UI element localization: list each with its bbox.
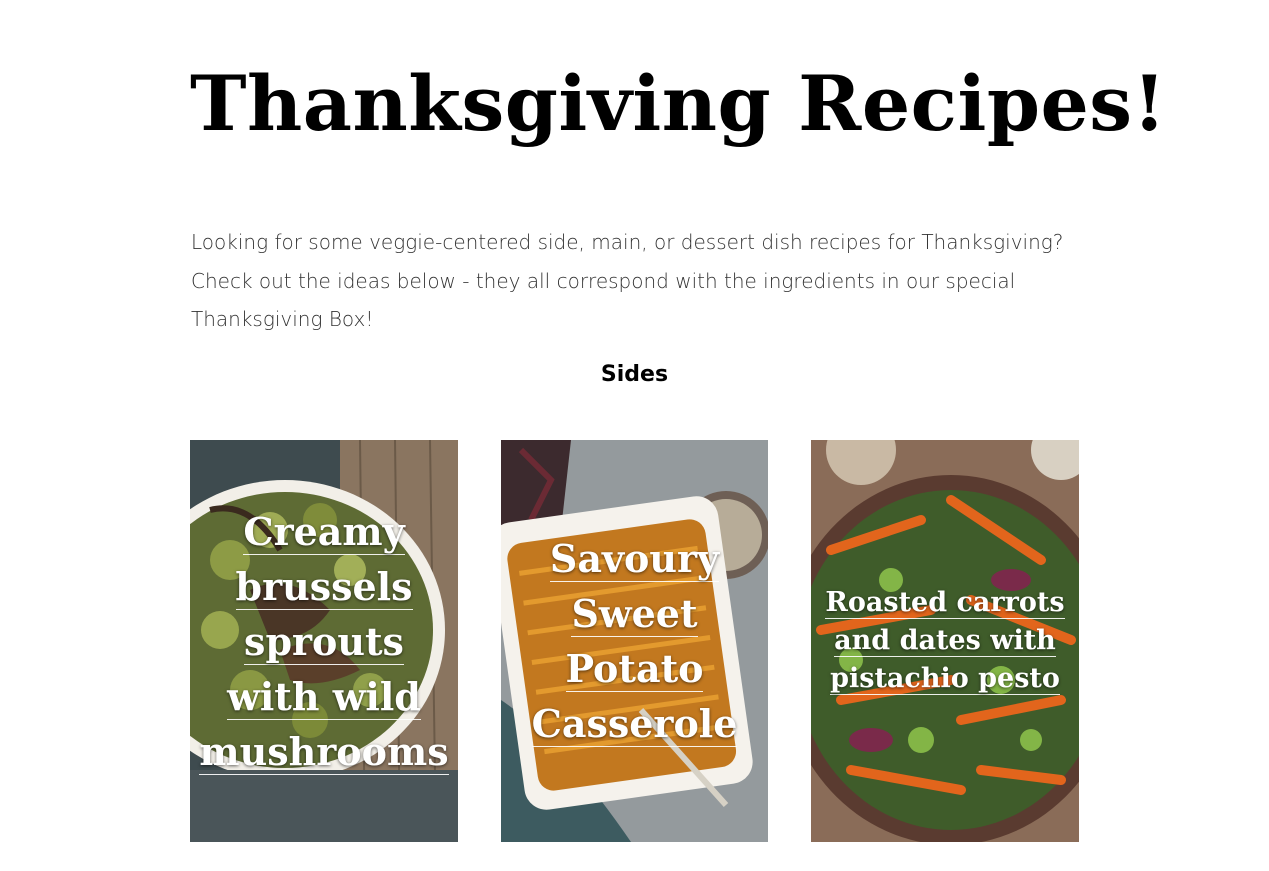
section-heading-sides: Sides xyxy=(600,362,669,387)
card-title[interactable]: Creamy brussels sprouts with wild mushro… xyxy=(199,504,449,779)
intro-line: Looking for some veggie-centered side, m… xyxy=(191,230,1064,254)
intro-paragraph: Looking for some veggie-centered side, m… xyxy=(191,223,1091,339)
recipe-card-brussels-sprouts[interactable]: Creamy brussels sprouts with wild mushro… xyxy=(190,440,458,842)
intro-line: Check out the ideas below - they all cor… xyxy=(191,268,1016,293)
card-title[interactable]: Roasted carrots and dates with pistachio… xyxy=(821,584,1069,698)
card-title[interactable]: Savoury Sweet Potato Casserole xyxy=(511,531,758,751)
recipe-card-sweet-potato-casserole[interactable]: Savoury Sweet Potato Casserole xyxy=(501,440,768,842)
intro-line: Thanksgiving Box! xyxy=(191,307,374,331)
recipe-card-roasted-carrots[interactable]: Roasted carrots and dates with pistachio… xyxy=(811,440,1079,842)
page-title: Thanksgiving Recipes! xyxy=(190,59,1167,148)
